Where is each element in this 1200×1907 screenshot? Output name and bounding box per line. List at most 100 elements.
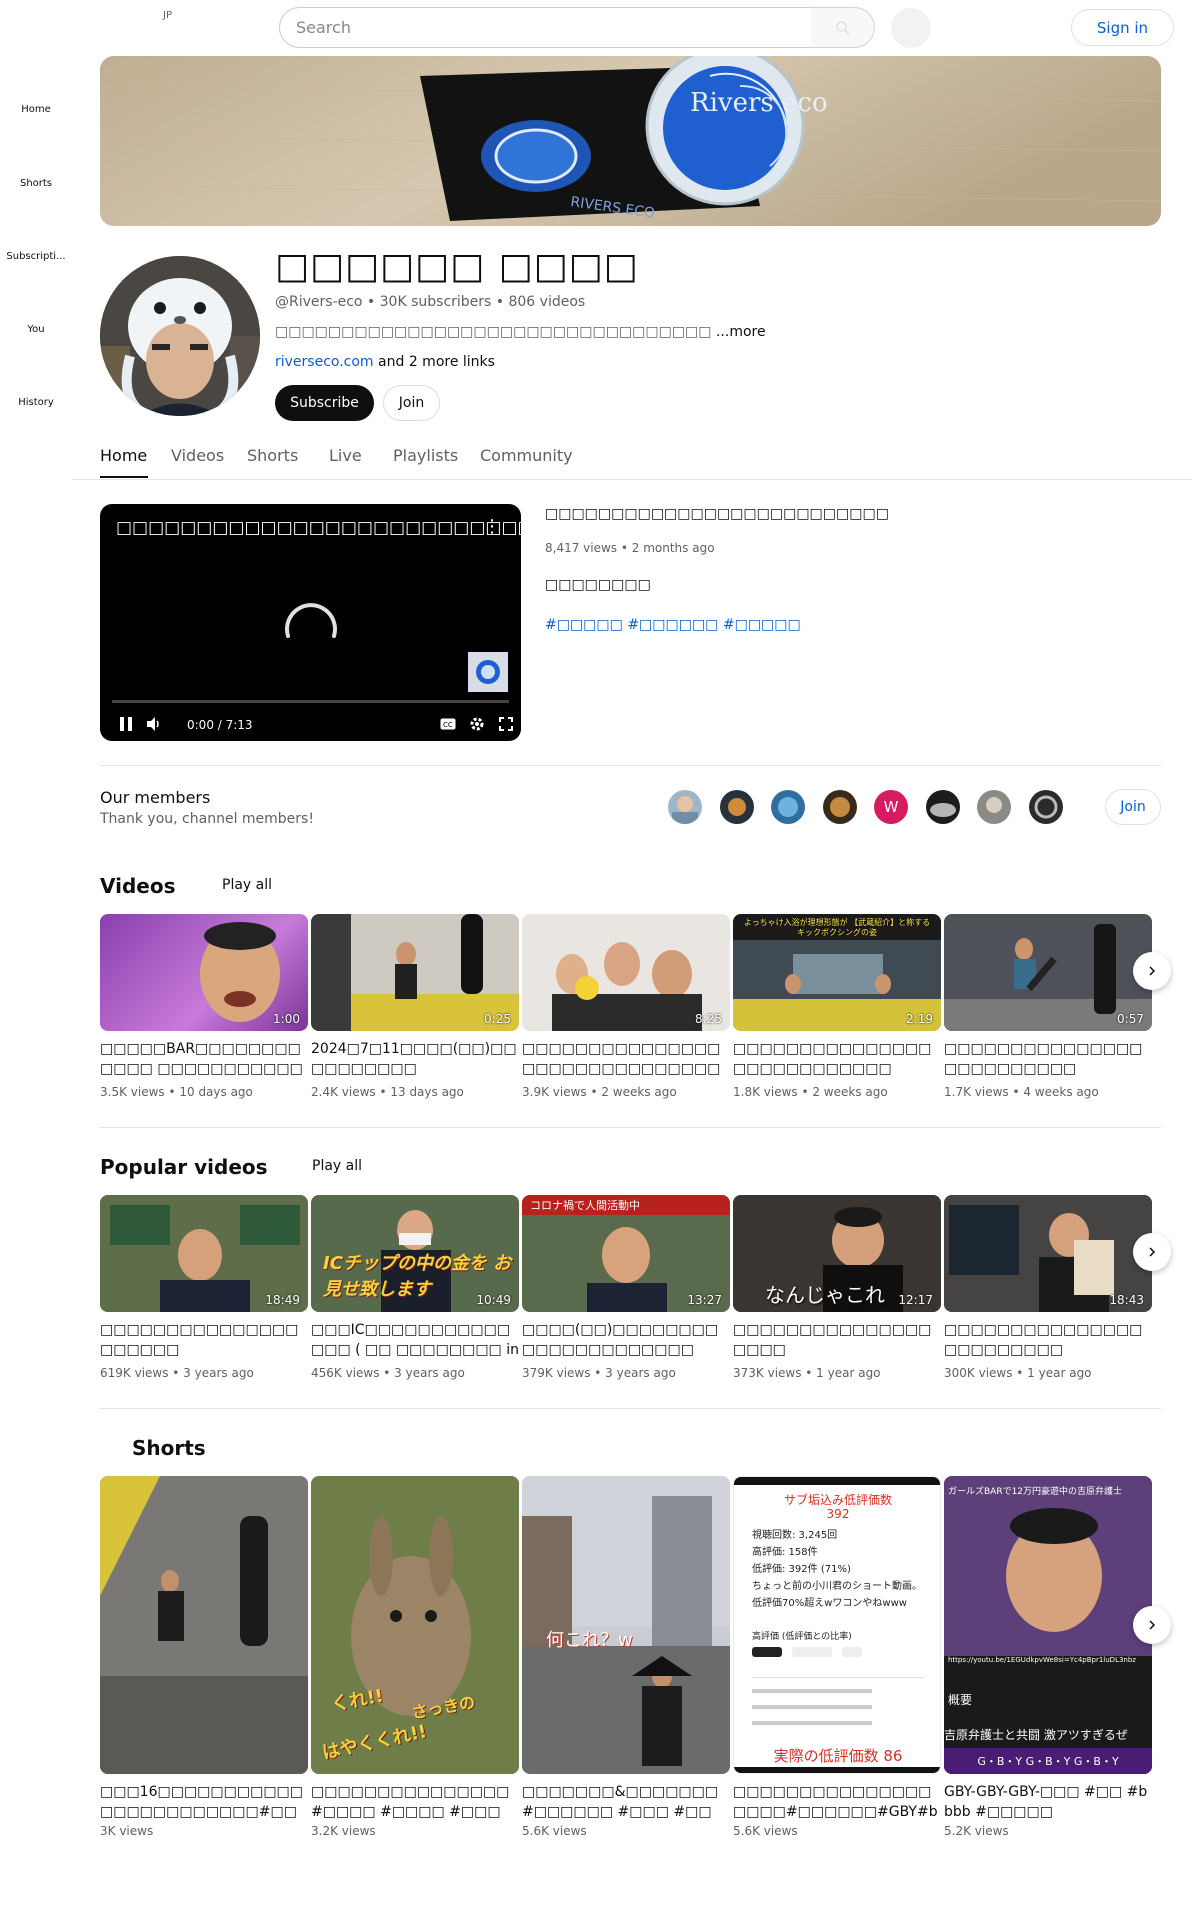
video-thumbnail[interactable]: 0:25 xyxy=(311,914,519,1031)
short-thumbnail[interactable]: サブ垢込み低評価数 392 視聴回数: 3,245回 高評価: 158件 低評価… xyxy=(733,1476,941,1774)
video-thumbnail[interactable]: 8:25 xyxy=(522,914,730,1031)
channel-website-link[interactable]: riverseco.com xyxy=(275,354,374,370)
videos-play-all-button[interactable]: Play all xyxy=(222,877,272,893)
short-title[interactable]: □□□□□□□&□□□□□□□ #□□□□□□ #□□□ #□□ xyxy=(522,1782,730,1822)
short-thumbnail[interactable] xyxy=(100,1476,308,1774)
video-title[interactable]: □□□□□BAR□□□□□□□□□□□□ □□□□□□□□□□□□(□□:□□□… xyxy=(100,1039,308,1079)
search-button[interactable] xyxy=(811,7,875,48)
video-thumbnail[interactable]: ICチップの中の金を お見せ致します 10:49 xyxy=(311,1195,519,1312)
progress-bar[interactable] xyxy=(112,700,509,703)
sidebar-item-history[interactable]: History xyxy=(0,397,72,408)
short-thumbnail[interactable]: 何これ？w xyxy=(522,1476,730,1774)
featured-video-hashtags[interactable]: #□□□□□ #□□□□□□ #□□□□□ xyxy=(545,617,801,633)
short-card[interactable]: □□□16□□□□□□□□□□□□□□□□□□□□□□□#□□□□□□□□□□□… xyxy=(100,1476,308,1838)
video-card[interactable]: ICチップの中の金を お見せ致します 10:49 □□□IC□□□□□□□□□□… xyxy=(311,1195,519,1380)
short-title[interactable]: □□□16□□□□□□□□□□□□□□□□□□□□□□□#□□□□□□□□□□□… xyxy=(100,1782,308,1822)
tab-community[interactable]: Community xyxy=(480,446,573,465)
video-card[interactable]: 0:25 2024□7□11□□□□(□□)□□□□□□□□□□ 2.4K vi… xyxy=(311,914,519,1099)
video-duration: 13:27 xyxy=(687,1293,722,1307)
short-caption: ガールズBARで12万円豪遊中の吉原弁護士 xyxy=(948,1487,1123,1497)
sidebar-item-shorts[interactable]: Shorts xyxy=(0,178,72,189)
video-card[interactable]: 18:49 □□□□□□□□□□□□□□□□□□□□□ 619K views •… xyxy=(100,1195,308,1380)
video-thumbnail[interactable]: 18:49 xyxy=(100,1195,308,1312)
video-thumbnail[interactable]: 18:43 xyxy=(944,1195,1152,1312)
sidebar-item-you[interactable]: You xyxy=(0,324,72,335)
videos-shelf-title[interactable]: Videos xyxy=(100,874,176,898)
member-avatar-letter[interactable]: W xyxy=(874,790,908,824)
video-card[interactable]: 18:43 □□□□□□□□□□□□□□□□□□□□□□□□ 300K view… xyxy=(944,1195,1152,1380)
short-card[interactable]: くれ!! さっきの はやくくれ!! □□□□□□□□□□□□□□□ #□□□□ … xyxy=(311,1476,519,1838)
more-vert-icon[interactable]: ⋮ xyxy=(483,516,501,537)
popular-shelf-title[interactable]: Popular videos xyxy=(100,1155,268,1179)
tab-videos[interactable]: Videos xyxy=(171,446,224,465)
subscribe-button[interactable]: Subscribe xyxy=(275,385,374,421)
shelf-next-button[interactable] xyxy=(1133,1233,1171,1271)
sidebar-item-subscriptions[interactable]: Subscripti... xyxy=(0,251,72,262)
shorts-shelf-title[interactable]: Shorts xyxy=(132,1436,206,1460)
settings-gear-icon[interactable] xyxy=(467,714,487,734)
description-more-link[interactable]: ...more xyxy=(716,324,766,340)
sidebar-item-home[interactable]: Home xyxy=(0,104,72,115)
video-duration: 18:43 xyxy=(1109,1293,1144,1307)
member-avatar[interactable] xyxy=(977,790,1011,824)
video-title[interactable]: 2024□7□11□□□□(□□)□□□□□□□□□□ xyxy=(311,1039,519,1079)
search-input[interactable]: Search xyxy=(279,7,812,48)
short-title[interactable]: □□□□□□□□□□□□□□□ #□□□□ #□□□□ #□□□ xyxy=(311,1782,519,1822)
member-avatar[interactable] xyxy=(1029,790,1063,824)
tab-playlists[interactable]: Playlists xyxy=(393,446,458,465)
player-title[interactable]: □□□□□□□□□□□□□□□□□□□□□□□□□□ xyxy=(116,518,521,538)
search-icon xyxy=(835,20,850,35)
video-card[interactable]: なんじゃこれ 12:17 □□□□□□□□□□□□□□□□□□□ 373K vi… xyxy=(733,1195,941,1380)
short-title[interactable]: □□□□□□□□□□□□□□□□□□□#□□□□□□#GBY#bbbb xyxy=(733,1782,941,1822)
pause-icon[interactable] xyxy=(116,714,136,734)
video-thumbnail[interactable]: コロナ禍で人間活動中 13:27 xyxy=(522,1195,730,1312)
video-meta: 619K views • 3 years ago xyxy=(100,1366,254,1380)
video-title[interactable]: □□□□□□□□□□□□□□□□□□□□□□□□□□□□□□□□□□□□□□ xyxy=(522,1039,730,1079)
join-button[interactable]: Join xyxy=(383,385,440,421)
short-thumbnail[interactable]: ガールズBARで12万円豪遊中の吉原弁護士 https://youtu.be/1… xyxy=(944,1476,1152,1774)
video-title[interactable]: □□□□□□□□□□□□□□□□□□□ xyxy=(733,1320,941,1360)
video-title[interactable]: □□□□□□□□□□□□□□□□□□□□□□□□□ xyxy=(944,1039,1152,1079)
video-thumbnail[interactable]: 1:00 xyxy=(100,914,308,1031)
member-avatar[interactable] xyxy=(668,790,702,824)
tab-home[interactable]: Home xyxy=(100,446,147,465)
member-avatar[interactable] xyxy=(823,790,857,824)
video-title[interactable]: □□□IC□□□□□□□□□□□□□□ ( □□ □□□□□□□□ in □□□… xyxy=(311,1320,519,1360)
video-title[interactable]: □□□□□□□□□□□□□□□□□□□□□□□□□□□ xyxy=(733,1039,941,1079)
video-title[interactable]: □□□□(□□)□□□□□□□□□□□□□□□□□□□□□ xyxy=(522,1320,730,1360)
shelf-next-button[interactable] xyxy=(1133,1606,1171,1644)
popular-play-all-button[interactable]: Play all xyxy=(312,1158,362,1174)
short-title[interactable]: GBY-GBY-GBY-□□□ #□□ #bbbb #□□□□□ xyxy=(944,1782,1152,1822)
volume-icon[interactable] xyxy=(144,714,164,734)
video-thumbnail[interactable]: 0:57 xyxy=(944,914,1152,1031)
member-avatar[interactable] xyxy=(720,790,754,824)
video-title[interactable]: □□□□□□□□□□□□□□□□□□□□□□□□ xyxy=(944,1320,1152,1360)
captions-icon[interactable]: CC xyxy=(438,714,458,734)
short-card[interactable]: 何これ？w □□□□□□□&□□□□□□□ #□□□□□□ #□□□ #□□ 5… xyxy=(522,1476,730,1838)
video-card[interactable]: 0:57 □□□□□□□□□□□□□□□□□□□□□□□□□ 1.7K view… xyxy=(944,914,1152,1099)
video-card[interactable]: コロナ禍で人間活動中 13:27 □□□□(□□)□□□□□□□□□□□□□□□… xyxy=(522,1195,730,1380)
video-title[interactable]: □□□□□□□□□□□□□□□□□□□□□ xyxy=(100,1320,308,1360)
video-thumbnail[interactable]: なんじゃこれ 12:17 xyxy=(733,1195,941,1312)
featured-video-title[interactable]: □□□□□□□□□□□□□□□□□□□□□□□□□□ xyxy=(545,506,889,522)
sign-in-button[interactable]: Sign in xyxy=(1071,9,1174,46)
shelf-next-button[interactable] xyxy=(1133,952,1171,990)
short-card[interactable]: ガールズBARで12万円豪遊中の吉原弁護士 https://youtu.be/1… xyxy=(944,1476,1152,1838)
video-card[interactable]: 8:25 □□□□□□□□□□□□□□□□□□□□□□□□□□□□□□□□□□□… xyxy=(522,914,730,1099)
member-avatar[interactable] xyxy=(771,790,805,824)
tab-shorts[interactable]: Shorts xyxy=(247,446,298,465)
video-player[interactable]: □□□□□□□□□□□□□□□□□□□□□□□□□□ ⋮ 0:00 / 7:13… xyxy=(100,504,521,741)
voice-search-button[interactable] xyxy=(891,8,931,48)
video-card[interactable]: 2:19 □□□□□□□□□□□□□□□□□□□□□□□□□□□ 1.8K vi… xyxy=(733,914,941,1099)
short-thumbnail[interactable]: くれ!! さっきの はやくくれ!! xyxy=(311,1476,519,1774)
members-join-button[interactable]: Join xyxy=(1105,789,1161,825)
more-links-text[interactable]: and 2 more links xyxy=(374,354,495,370)
channel-description[interactable]: □□□□□□□□□□□□□□□□□□□□□□□□□□□□□□□□□ ...mor… xyxy=(275,324,766,340)
tab-live[interactable]: Live xyxy=(329,446,362,465)
fullscreen-icon[interactable] xyxy=(496,714,516,734)
member-avatar[interactable] xyxy=(926,790,960,824)
channel-watermark-icon[interactable] xyxy=(468,652,508,692)
short-caption: G・B・Y G・B・Y G・B・Y xyxy=(944,1748,1152,1774)
video-card[interactable]: 1:00 □□□□□BAR□□□□□□□□□□□□ □□□□□□□□□□□□(□… xyxy=(100,914,308,1099)
short-card[interactable]: サブ垢込み低評価数 392 視聴回数: 3,245回 高評価: 158件 低評価… xyxy=(733,1476,941,1838)
